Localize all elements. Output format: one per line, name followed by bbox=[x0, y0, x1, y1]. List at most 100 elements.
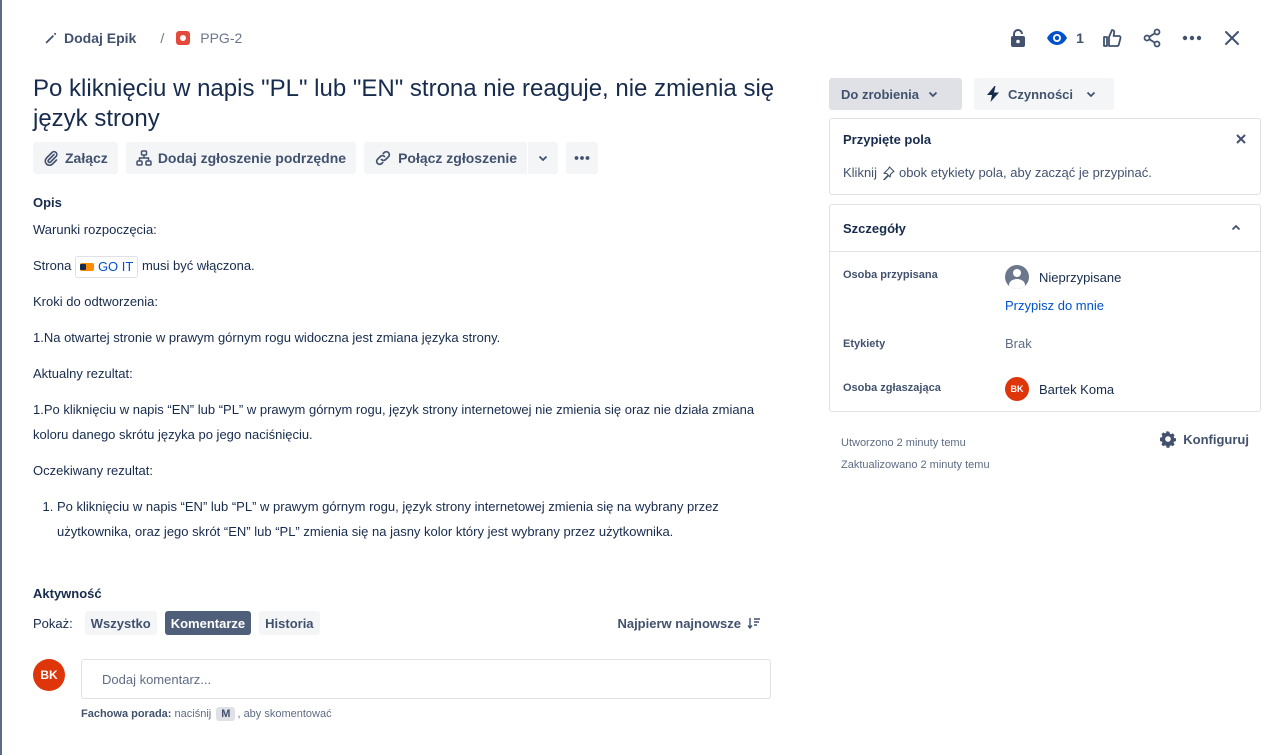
lock-button[interactable] bbox=[998, 24, 1038, 52]
add-epic-link[interactable]: Dodaj Epik bbox=[44, 30, 136, 46]
protip-post: , aby skomentować bbox=[237, 708, 332, 720]
issue-title[interactable]: Po kliknięciu w napis "PL" lub "EN" stro… bbox=[33, 74, 793, 134]
configure-label: Konfiguruj bbox=[1183, 431, 1249, 447]
pinned-fields-header: Przypięte pola bbox=[830, 119, 1260, 159]
gear-icon bbox=[1160, 431, 1177, 448]
breadcrumb: Dodaj Epik / PPG-2 bbox=[44, 26, 242, 50]
expected-result-heading: Oczekiwany rezultat: bbox=[33, 463, 153, 478]
thumbs-up-icon bbox=[1103, 29, 1122, 47]
chevron-down-icon bbox=[1086, 91, 1096, 98]
created-time: Utworzono 2 minuty temu bbox=[841, 437, 966, 449]
more-icon bbox=[1182, 35, 1202, 41]
reporter-label: Osoba zgłaszająca bbox=[843, 382, 941, 394]
more-button[interactable] bbox=[1172, 24, 1212, 52]
issue-key-link[interactable]: PPG-2 bbox=[176, 30, 242, 46]
details-header[interactable]: Szczegóły bbox=[830, 205, 1260, 252]
attach-button[interactable]: Załącz bbox=[33, 142, 118, 174]
details-title: Szczegóły bbox=[843, 220, 906, 236]
actions-dropdown[interactable]: Czynności bbox=[974, 78, 1114, 110]
filter-all[interactable]: Wszystko bbox=[84, 611, 157, 635]
close-button[interactable] bbox=[1212, 24, 1252, 52]
expected-result-item: Po kliknięciu w napis “EN” lub “PL” w pr… bbox=[57, 494, 773, 544]
activity-filter-row: Pokaż: Wszystko Komentarze Historia Najp… bbox=[33, 611, 773, 635]
actual-result-text: 1.Po kliknięciu w napis “EN” lub “PL” w … bbox=[33, 402, 755, 442]
issue-key: PPG-2 bbox=[200, 30, 243, 46]
chevron-up-icon bbox=[1231, 224, 1241, 231]
link-icon bbox=[375, 150, 391, 166]
actions-label: Czynności bbox=[1008, 86, 1074, 102]
lightning-icon bbox=[987, 86, 999, 102]
labels-value[interactable]: Brak bbox=[1005, 336, 1032, 351]
window-edge bbox=[0, 0, 2, 755]
comment-composer: BK Dodaj komentarz... bbox=[33, 659, 773, 699]
attach-label: Załącz bbox=[65, 150, 108, 166]
sort-descending-icon bbox=[747, 618, 760, 629]
protip-key: M bbox=[216, 707, 236, 721]
activity-section: Aktywność Pokaż: Wszystko Komentarze His… bbox=[33, 586, 773, 721]
share-icon bbox=[1143, 28, 1161, 48]
labels-row: Etykiety bbox=[843, 338, 1243, 350]
reporter-value[interactable]: BK Bartek Koma bbox=[1005, 377, 1114, 401]
more-actions-button[interactable] bbox=[566, 142, 599, 174]
pencil-icon bbox=[45, 32, 57, 44]
actual-result-heading: Aktualny rezultat: bbox=[33, 366, 133, 381]
filter-history[interactable]: Historia bbox=[259, 611, 320, 635]
assign-to-me-link[interactable]: Przypisz do mnie bbox=[1005, 298, 1104, 313]
description-heading: Opis bbox=[33, 195, 62, 210]
page-suffix: musi być włączona. bbox=[141, 258, 255, 273]
preconditions-heading: Warunki rozpoczęcia: bbox=[33, 222, 157, 237]
protip-pre: naciśnij bbox=[174, 708, 212, 720]
reporter-avatar: BK bbox=[1005, 377, 1029, 401]
assignee-label: Osoba przypisana bbox=[843, 269, 938, 281]
like-button[interactable] bbox=[1092, 24, 1132, 52]
filter-comments[interactable]: Komentarze bbox=[164, 611, 252, 635]
link-issue-button[interactable]: Połącz zgłoszenie bbox=[364, 142, 528, 174]
updated-time: Zaktualizowano 2 minuty temu bbox=[841, 459, 990, 471]
status-row: Do zrobienia Czynności bbox=[829, 78, 1114, 110]
breadcrumb-separator: / bbox=[160, 30, 165, 46]
link-issue-dropdown[interactable] bbox=[528, 142, 559, 174]
add-child-label: Dodaj zgłoszenie podrzędne bbox=[157, 150, 347, 166]
avatar: BK bbox=[33, 659, 65, 691]
pinned-fields-panel: Przypięte pola Kliknij obok etykiety pol… bbox=[829, 118, 1261, 195]
link-issue-label: Połącz zgłoszenie bbox=[398, 150, 518, 166]
close-pinned-button[interactable] bbox=[1236, 132, 1246, 147]
sort-label: Najpierw najnowsze bbox=[617, 615, 741, 631]
add-epic-label: Dodaj Epik bbox=[64, 30, 137, 46]
assignee-value[interactable]: Nieprzypisane bbox=[1005, 265, 1121, 289]
sort-toggle[interactable]: Najpierw najnowsze bbox=[617, 616, 761, 631]
assignee-name: Nieprzypisane bbox=[1039, 269, 1122, 285]
issue-meta: Utworzono 2 minuty temu Zaktualizowano 2… bbox=[841, 432, 990, 476]
hierarchy-icon bbox=[136, 150, 152, 166]
preconditions-text: Strona GO IT musi być włączona. bbox=[33, 253, 773, 278]
issue-top-actions: 1 bbox=[998, 24, 1252, 52]
share-button[interactable] bbox=[1132, 24, 1172, 52]
steps-heading: Kroki do odtworzenia: bbox=[33, 294, 159, 309]
description-section[interactable]: Opis Warunki rozpoczęcia: Strona GO IT m… bbox=[33, 195, 773, 544]
step-1: 1.Na otwartej stronie w prawym górnym ro… bbox=[33, 330, 501, 345]
watch-button[interactable]: 1 bbox=[1038, 24, 1092, 52]
unassigned-avatar-icon bbox=[1005, 265, 1029, 289]
pinned-fields-hint: Kliknij obok etykiety pola, aby zacząć j… bbox=[830, 159, 1260, 186]
bug-icon bbox=[176, 31, 191, 45]
protip: Fachowa porada: naciśnij M, aby skomento… bbox=[81, 707, 332, 721]
status-label: Do zrobienia bbox=[841, 86, 920, 102]
go-it-favicon bbox=[79, 262, 94, 271]
pinned-fields-title: Przypięte pola bbox=[843, 131, 932, 147]
smart-link-text: GO IT bbox=[97, 259, 134, 275]
close-icon bbox=[1236, 133, 1246, 144]
eye-icon bbox=[1047, 31, 1068, 45]
go-it-smart-link[interactable]: GO IT bbox=[74, 255, 139, 278]
chevron-down-icon bbox=[538, 155, 548, 162]
pin-icon bbox=[883, 165, 895, 180]
add-child-issue-button[interactable]: Dodaj zgłoszenie podrzędne bbox=[125, 142, 357, 174]
watch-count: 1 bbox=[1076, 30, 1084, 46]
details-panel: Szczegóły Osoba przypisana Nieprzypisane… bbox=[829, 204, 1261, 412]
configure-button[interactable]: Konfiguruj bbox=[1159, 430, 1249, 448]
status-dropdown[interactable]: Do zrobienia bbox=[829, 78, 962, 110]
pinned-hint-post: obok etykiety pola, aby zacząć je przypi… bbox=[898, 165, 1152, 180]
close-icon bbox=[1225, 31, 1239, 45]
link-issue-group: Połącz zgłoszenie bbox=[364, 142, 559, 174]
comment-input[interactable]: Dodaj komentarz... bbox=[81, 659, 771, 699]
page-prefix: Strona bbox=[33, 258, 72, 273]
